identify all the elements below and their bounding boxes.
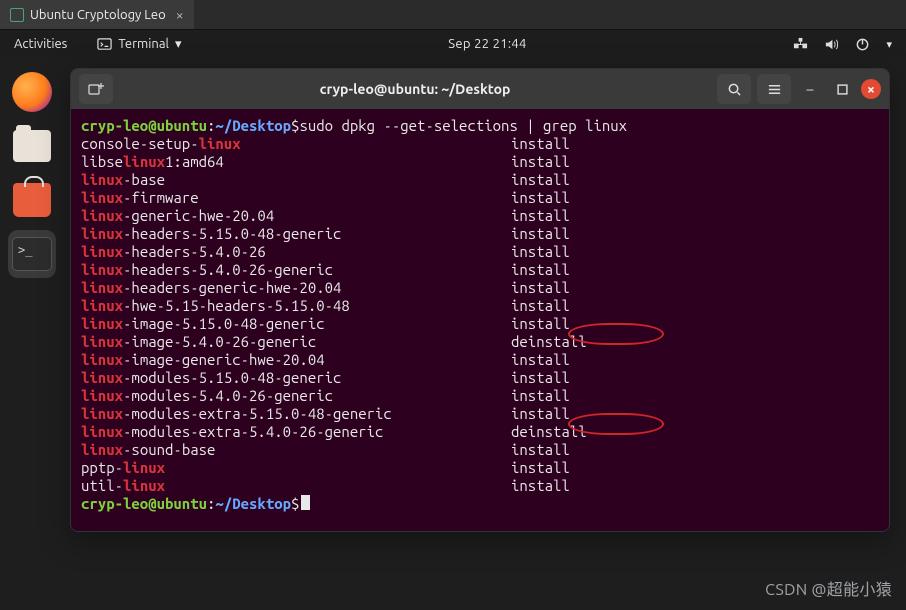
terminal-title: cryp-leo@ubuntu: ~/Desktop bbox=[121, 81, 709, 97]
app-menu-label: Terminal bbox=[118, 37, 169, 51]
output-line: libselinux1:amd64 install bbox=[81, 153, 879, 171]
terminal-titlebar: cryp-leo@ubuntu: ~/Desktop – × bbox=[71, 69, 889, 109]
close-icon[interactable]: × bbox=[172, 7, 184, 23]
output-line: linux-hwe-5.15-headers-5.15.0-48 install bbox=[81, 297, 879, 315]
vm-tab-title: Ubuntu Cryptology Leo bbox=[30, 8, 166, 22]
clock[interactable]: Sep 22 21:44 bbox=[181, 37, 793, 51]
watermark: CSDN @超能小猿 bbox=[765, 576, 892, 600]
maximize-button[interactable] bbox=[829, 76, 855, 102]
firefox-icon bbox=[12, 72, 52, 112]
output-line: linux-sound-base install bbox=[81, 441, 879, 459]
menu-button[interactable] bbox=[757, 74, 791, 104]
terminal-window: cryp-leo@ubuntu: ~/Desktop – × cryp-leo@… bbox=[70, 68, 890, 532]
minimize-button[interactable]: – bbox=[797, 76, 823, 102]
volume-icon bbox=[824, 37, 839, 52]
close-button[interactable]: × bbox=[861, 79, 881, 99]
output-line: pptp-linux install bbox=[81, 459, 879, 477]
output-line: linux-headers-5.4.0-26 install bbox=[81, 243, 879, 261]
terminal-body[interactable]: cryp-leo@ubuntu:~/Desktop$ sudo dpkg --g… bbox=[71, 109, 889, 531]
chevron-down-icon: ▾ bbox=[886, 38, 892, 51]
output-line: linux-image-generic-hwe-20.04 install bbox=[81, 351, 879, 369]
system-status-area[interactable]: ▾ bbox=[793, 37, 892, 52]
app-menu[interactable]: Terminal ▾ bbox=[97, 37, 181, 52]
output-line: linux-modules-extra-5.4.0-26-generic dei… bbox=[81, 423, 879, 441]
output-line: linux-headers-generic-hwe-20.04 install bbox=[81, 279, 879, 297]
search-button[interactable] bbox=[717, 74, 751, 104]
output-line: util-linux install bbox=[81, 477, 879, 495]
dock-files[interactable] bbox=[8, 122, 56, 170]
shopping-bag-icon bbox=[13, 183, 51, 217]
new-tab-button[interactable] bbox=[79, 74, 113, 104]
dock-firefox[interactable] bbox=[8, 68, 56, 116]
dock-software[interactable] bbox=[8, 176, 56, 224]
output-line: linux-headers-5.15.0-48-generic install bbox=[81, 225, 879, 243]
output-line: linux-modules-extra-5.15.0-48-generic in… bbox=[81, 405, 879, 423]
close-icon: × bbox=[867, 81, 875, 97]
dock bbox=[0, 58, 64, 610]
vm-tab-bar: Ubuntu Cryptology Leo × bbox=[0, 0, 906, 30]
output-line: linux-headers-5.4.0-26-generic install bbox=[81, 261, 879, 279]
terminal-icon bbox=[97, 37, 112, 52]
output-line: linux-modules-5.4.0-26-generic install bbox=[81, 387, 879, 405]
output-line: linux-image-5.4.0-26-generic deinstall bbox=[81, 333, 879, 351]
network-icon bbox=[793, 37, 808, 52]
output-line: linux-base install bbox=[81, 171, 879, 189]
cursor bbox=[301, 495, 310, 510]
files-icon bbox=[13, 130, 51, 162]
terminal-icon bbox=[12, 237, 52, 271]
vm-tab[interactable]: Ubuntu Cryptology Leo × bbox=[0, 0, 194, 29]
power-icon bbox=[855, 37, 870, 52]
vm-icon bbox=[10, 8, 24, 22]
output-line: linux-image-5.15.0-48-generic install bbox=[81, 315, 879, 333]
dock-terminal[interactable] bbox=[8, 230, 56, 278]
output-line: linux-generic-hwe-20.04 install bbox=[81, 207, 879, 225]
output-line: linux-modules-5.15.0-48-generic install bbox=[81, 369, 879, 387]
new-tab-icon bbox=[88, 82, 104, 96]
search-icon bbox=[727, 82, 742, 97]
activities-button[interactable]: Activities bbox=[14, 37, 67, 51]
output-line: console-setup-linux install bbox=[81, 135, 879, 153]
maximize-icon bbox=[837, 84, 848, 95]
gnome-topbar: Activities Terminal ▾ Sep 22 21:44 ▾ bbox=[0, 30, 906, 58]
output-line: linux-firmware install bbox=[81, 189, 879, 207]
hamburger-icon bbox=[767, 82, 782, 97]
minimize-icon: – bbox=[807, 81, 814, 97]
